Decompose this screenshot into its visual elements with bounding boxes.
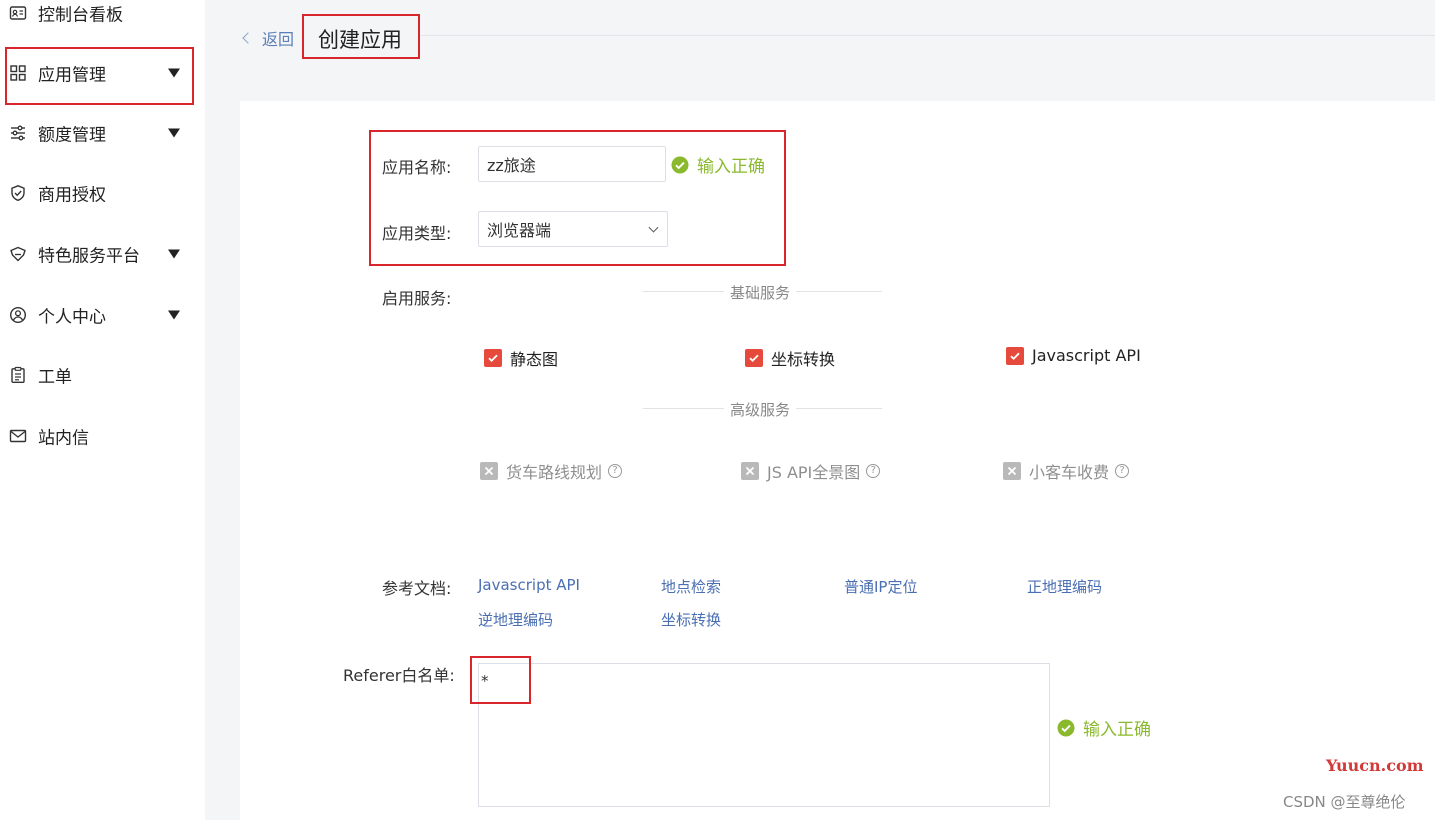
sidebar-item-dashboard[interactable]: 控制台看板 [0, 0, 205, 33]
sidebar-item-app-management[interactable]: 应用管理 [0, 53, 205, 93]
checkbox-javascript-api[interactable]: Javascript API [1006, 346, 1141, 365]
checkbox-checked-icon [745, 349, 763, 367]
checkbox-checked-icon [484, 349, 502, 367]
advanced-services-title: 高级服务 [724, 399, 797, 420]
page-title: 创建应用 [318, 28, 402, 52]
sidebar-item-label: 个人中心 [38, 307, 106, 328]
sidebar-item-label: 额度管理 [38, 125, 106, 146]
sidebar-item-commercial-license[interactable]: 商用授权 [0, 173, 205, 213]
checkbox-label: 静态图 [510, 350, 559, 369]
sidebar-item-label: 工单 [38, 367, 72, 388]
user-circle-icon [9, 306, 27, 324]
back-label: 返回 [262, 30, 295, 49]
docs-label: 参考文档: [382, 579, 452, 598]
app-name-status: 输入正确 [671, 152, 765, 177]
app-type-select[interactable]: 浏览器端 [478, 211, 668, 247]
checkbox-car-toll: 小客车收费 ? [1003, 459, 1130, 483]
app-name-value: zz旅途 [487, 156, 536, 175]
checkbox-label: 小客车收费 [1029, 463, 1110, 482]
chevron-down-icon [648, 222, 659, 233]
doc-link-reverse-geocoding[interactable]: 逆地理编码 [478, 609, 553, 630]
doc-link-coordinate-conversion[interactable]: 坐标转换 [661, 609, 721, 630]
sidebar-item-work-order[interactable]: 工单 [0, 355, 205, 395]
app-type-value: 浏览器端 [487, 221, 552, 240]
app-name-label: 应用名称: [382, 158, 452, 177]
caret-down-icon [168, 310, 180, 320]
caret-down-icon [168, 68, 180, 78]
checkbox-label: JS API全景图 [767, 463, 861, 482]
header-divider [420, 35, 1435, 36]
referer-status: 输入正确 [1057, 715, 1151, 740]
sidebar-item-featured-services[interactable]: 特色服务平台 [0, 234, 205, 274]
doc-link-ip-location[interactable]: 普通IP定位 [844, 576, 917, 597]
sidebar-item-label: 特色服务平台 [38, 246, 140, 267]
sidebar-item-label: 应用管理 [38, 65, 106, 86]
checkbox-checked-icon [1006, 346, 1024, 365]
referer-status-text: 输入正确 [1083, 720, 1151, 740]
checkbox-js-api-panorama: JS API全景图 ? [741, 459, 881, 483]
checkbox-label: 坐标转换 [771, 350, 836, 369]
checkbox-disabled-icon [480, 462, 498, 480]
sidebar-item-quota-management[interactable]: 额度管理 [0, 113, 205, 153]
basic-services-title: 基础服务 [724, 282, 797, 303]
doc-link-geocoding[interactable]: 正地理编码 [1027, 576, 1102, 597]
checkbox-disabled-icon [1003, 462, 1021, 480]
checkbox-static-map[interactable]: 静态图 [484, 346, 558, 370]
check-circle-icon [1057, 719, 1075, 736]
mail-icon [9, 429, 27, 443]
back-link[interactable]: 返回 [242, 26, 294, 50]
watermark-author: CSDN @至尊绝伦 [1283, 793, 1406, 811]
clipboard-icon [11, 366, 25, 383]
doc-link-javascript-api[interactable]: Javascript API [478, 576, 580, 594]
checkbox-label: Javascript API [1032, 346, 1141, 365]
services-label: 启用服务: [382, 289, 452, 308]
watermark-site: Yuucn.com [1326, 756, 1424, 775]
checkbox-coordinate-conversion[interactable]: 坐标转换 [745, 346, 835, 370]
app-type-label: 应用类型: [382, 224, 452, 243]
app-name-status-text: 输入正确 [697, 157, 765, 177]
referer-value: * [481, 672, 489, 690]
chevron-left-icon [242, 32, 254, 44]
help-icon[interactable]: ? [1115, 464, 1130, 478]
caret-down-icon [168, 249, 180, 259]
sliders-icon [11, 125, 25, 141]
checkbox-truck-route: 货车路线规划 ? [480, 459, 623, 483]
grid-icon [10, 65, 26, 81]
sidebar-item-label: 站内信 [38, 428, 89, 449]
referer-textarea[interactable]: * [478, 663, 1050, 807]
id-card-icon [9, 6, 27, 20]
sidebar-item-personal-center[interactable]: 个人中心 [0, 295, 205, 335]
sidebar-item-inbox[interactable]: 站内信 [0, 416, 205, 456]
check-circle-icon [671, 156, 689, 173]
help-icon[interactable]: ? [608, 464, 623, 478]
sidebar: 控制台看板 应用管理 额度管理 商用授权 特色服务平台 个人中心 工单 站内信 [0, 0, 205, 820]
doc-link-place-search[interactable]: 地点检索 [661, 576, 721, 597]
sidebar-item-label: 商用授权 [38, 185, 106, 206]
caret-down-icon [168, 128, 180, 138]
checkbox-disabled-icon [741, 462, 759, 480]
sidebar-item-label: 控制台看板 [38, 5, 123, 26]
shield-check-icon [11, 185, 25, 202]
gem-icon [10, 246, 26, 262]
checkbox-label: 货车路线规划 [506, 463, 603, 482]
referer-label: Referer白名单: [343, 666, 455, 685]
help-icon[interactable]: ? [866, 464, 881, 478]
app-name-input[interactable]: zz旅途 [478, 146, 666, 182]
